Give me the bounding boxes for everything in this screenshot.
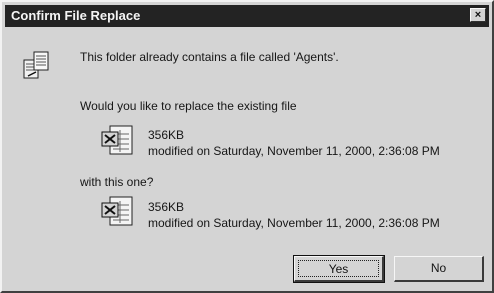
yes-button[interactable]: Yes [293,255,385,283]
title-bar[interactable]: Confirm File Replace × [5,5,489,27]
replace-question: Would you like to replace the existing f… [80,99,297,113]
file-replace-icon [23,51,49,79]
close-button[interactable]: × [470,8,486,22]
existing-file-excel-icon [101,125,133,155]
with-this-label: with this one? [80,175,154,189]
intro-message: This folder already contains a file call… [80,50,339,64]
new-file-size: 356KB [148,200,185,214]
new-file-excel-icon [101,196,133,226]
window-title: Confirm File Replace [11,8,141,23]
existing-file-modified: modified on Saturday, November 11, 2000,… [148,144,440,158]
no-button-label: No [430,261,447,275]
no-button[interactable]: No [394,256,484,282]
confirm-file-replace-dialog: Confirm File Replace × This folder alrea… [0,0,494,293]
close-icon: × [474,9,482,21]
yes-button-focus: Yes [298,260,379,277]
existing-file-size: 356KB [148,128,185,142]
yes-button-label: Yes [328,262,349,276]
new-file-modified: modified on Saturday, November 11, 2000,… [148,216,440,230]
